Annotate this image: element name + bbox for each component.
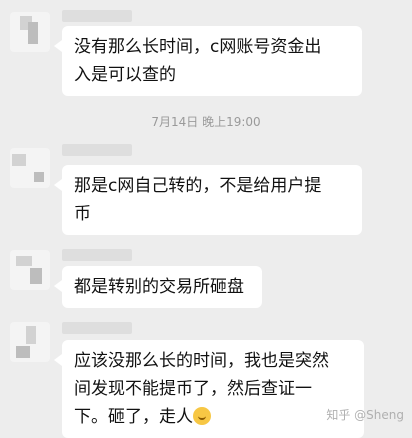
sender-name <box>62 10 132 22</box>
avatar[interactable] <box>10 322 50 362</box>
avatar[interactable] <box>10 148 50 188</box>
message-text: 间发现不能提币了，然后查证一 <box>74 379 312 399</box>
smile-emoji-icon <box>193 407 211 425</box>
message-text: 应该没那么长的时间，我也是突然 <box>74 351 329 371</box>
timestamp: 7月14日 晚上19:00 <box>151 115 261 129</box>
message-text: 那是c网自己转的，不是给用户提 <box>74 176 322 196</box>
message-text: 没有那么长时间，c网账号资金出 <box>74 37 322 57</box>
avatar[interactable] <box>10 12 50 52</box>
message-bubble[interactable]: 没有那么长时间，c网账号资金出 入是可以查的 <box>54 26 362 96</box>
message-bubble[interactable]: 应该没那么长的时间，我也是突然 间发现不能提币了，然后查证一 下。砸了，走人 <box>54 340 364 438</box>
sender-name <box>62 144 132 156</box>
message-bubble[interactable]: 那是c网自己转的，不是给用户提 币 <box>54 165 362 235</box>
message-text: 入是可以查的 <box>74 65 176 85</box>
sender-name <box>62 322 132 334</box>
avatar[interactable] <box>10 250 50 290</box>
message-text: 币 <box>74 204 91 224</box>
watermark: 知乎 @Sheng <box>326 408 404 422</box>
message-text: 下。砸了，走人 <box>74 407 193 427</box>
message-text: 都是转别的交易所砸盘 <box>74 277 244 297</box>
sender-name <box>62 249 132 261</box>
message-bubble[interactable]: 都是转别的交易所砸盘 <box>54 266 262 308</box>
